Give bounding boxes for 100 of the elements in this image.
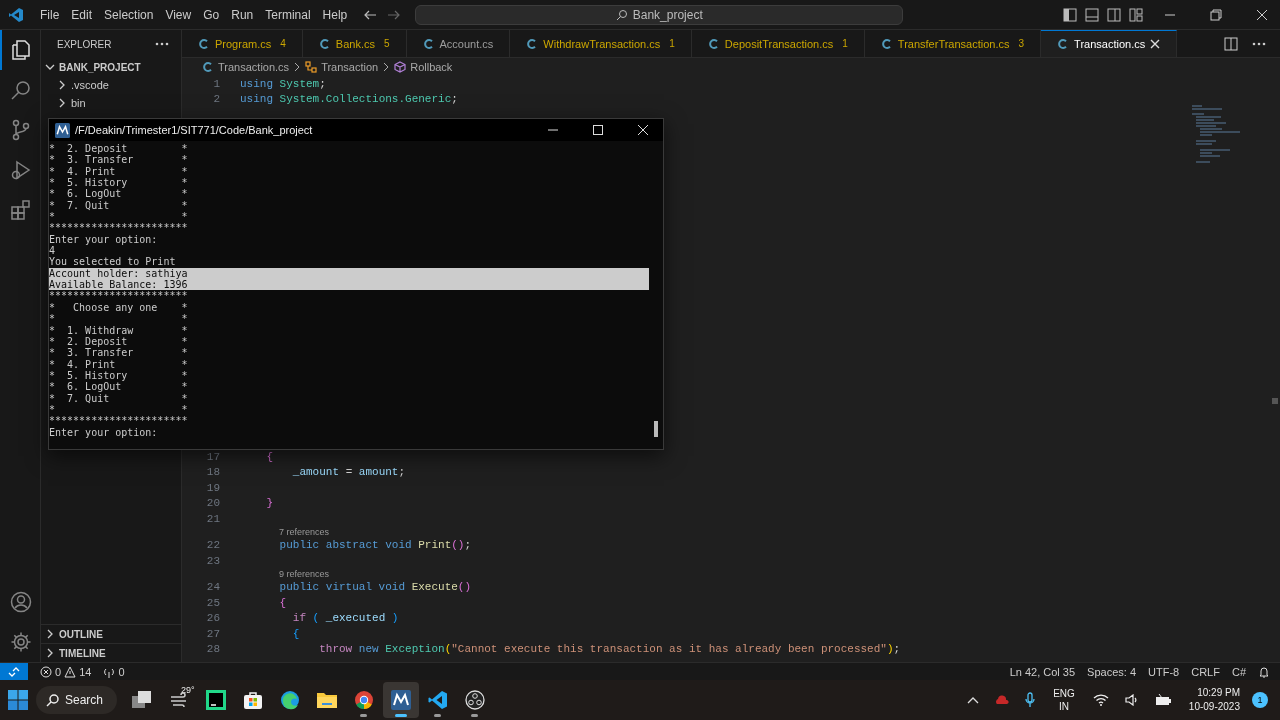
codelens-references[interactable]: 9 references <box>279 569 330 579</box>
ports-status[interactable]: 0 <box>97 665 131 678</box>
store-icon <box>242 690 263 710</box>
terminal-app-icon <box>55 122 70 138</box>
code-editor-icon <box>427 690 448 710</box>
csharp-file-icon <box>707 37 720 50</box>
line-number: 27 <box>205 627 220 640</box>
settings-icon[interactable] <box>9 630 33 654</box>
taskbar-search-button[interactable]: Search <box>36 686 118 714</box>
editor-tab[interactable]: Account.cs <box>406 30 511 57</box>
code-line: { <box>278 596 287 609</box>
csharp-file-icon <box>1057 38 1070 50</box>
tree-item[interactable]: .vscode <box>41 76 181 94</box>
account-icon[interactable] <box>9 590 33 614</box>
wifi-icon[interactable] <box>1092 694 1109 706</box>
editor-tab[interactable]: DepositTransaction.cs 1 <box>691 30 865 57</box>
breadcrumb-item[interactable]: Transaction <box>305 61 379 73</box>
menu-item[interactable]: Go <box>197 7 226 22</box>
toggle-secondary-sidebar-icon[interactable] <box>1106 6 1122 23</box>
terminal-output: * 2. Deposit * * 3. Transfer * * 4. Print * * 5. History * * 6. LogOut * * 7. Quit * * * *********************** Enter your option: 4 You selected to Print <box>49 143 189 268</box>
toggle-panel-icon[interactable] <box>1084 6 1100 23</box>
toggle-sidebar-icon[interactable] <box>1062 6 1078 23</box>
ide-app-icon <box>205 690 226 710</box>
code-line: throw new Exception("Cannot execute this transaction as it has already been processed"); <box>318 643 901 656</box>
remote-icon <box>8 665 20 678</box>
restore-icon[interactable] <box>1210 8 1222 21</box>
browser-icon <box>353 690 374 710</box>
editor-tab[interactable]: Bank.cs 5 <box>302 30 407 57</box>
notification-badge[interactable]: 1 <box>1252 692 1268 708</box>
search-icon <box>615 8 628 21</box>
line-number: 19 <box>205 481 220 494</box>
volume-icon[interactable] <box>1124 694 1139 706</box>
command-center-search[interactable]: Bank_project <box>415 4 904 25</box>
notifications-icon[interactable] <box>1258 665 1270 678</box>
status-item[interactable]: UTF-8 <box>1142 665 1186 678</box>
menu-item[interactable]: Help <box>316 7 354 22</box>
close-icon[interactable] <box>637 124 649 136</box>
status-item[interactable]: Spaces: 4 <box>1081 665 1143 678</box>
editor-tab[interactable]: Transaction.cs <box>1041 30 1178 57</box>
minimap-drawing <box>1192 105 1242 165</box>
status-item[interactable]: Ln 42, Col 35 <box>1003 665 1082 678</box>
remote-button[interactable] <box>0 662 28 681</box>
terminal-output: Account holder: sathiya Available Balance: 1396 <box>49 267 649 291</box>
warning-icon <box>64 665 77 678</box>
chevron-icon <box>293 62 302 72</box>
more-actions-icon[interactable] <box>155 42 169 46</box>
class-icon <box>305 61 318 73</box>
menu-item[interactable]: Run <box>225 7 260 22</box>
language-indicator[interactable]: ENG IN <box>1053 687 1075 713</box>
line-number: 22 <box>205 539 220 552</box>
taskbar-app-button[interactable]: 29° <box>160 682 197 718</box>
menu-item[interactable]: View <box>159 7 198 22</box>
csharp-file-icon <box>202 61 214 73</box>
status-item[interactable]: CRLF <box>1185 665 1226 678</box>
menu-item[interactable]: Edit <box>65 7 99 22</box>
customize-layout-icon[interactable] <box>1128 6 1144 23</box>
taskbar-app-button[interactable] <box>382 682 419 718</box>
close-icon[interactable] <box>1150 39 1161 49</box>
csharp-file-icon <box>422 37 435 50</box>
breadcrumb-item[interactable]: Transaction.cs <box>202 61 290 73</box>
status-item[interactable]: C# <box>1225 665 1252 678</box>
cloud-icon[interactable] <box>995 695 1010 705</box>
split-editor-icon[interactable] <box>1224 36 1238 51</box>
menu-item[interactable]: File <box>34 7 66 22</box>
start-icon[interactable] <box>8 690 28 710</box>
terminal-app-icon <box>390 690 411 710</box>
maximize-icon[interactable] <box>592 124 604 136</box>
line-number: 17 <box>205 450 220 463</box>
tree-item[interactable]: BANK_PROJECT <box>41 58 181 76</box>
close-icon[interactable] <box>1256 8 1268 21</box>
code-line: using System.Collections.Generic; <box>240 93 458 106</box>
more-actions-icon[interactable] <box>1252 41 1266 46</box>
app-logo-icon <box>8 6 24 23</box>
menu-item[interactable]: Selection <box>98 7 160 22</box>
line-number: 18 <box>205 466 220 479</box>
line-number: 1 <box>212 77 220 90</box>
scrollbar-thumb[interactable] <box>1272 398 1278 404</box>
breadcrumb-item[interactable]: Rollback <box>394 61 453 73</box>
clock[interactable]: 10:29 PM 10-09-2023 <box>1188 686 1240 714</box>
chevron-icon <box>382 62 391 72</box>
error-icon <box>40 665 52 678</box>
recorder-icon <box>464 690 485 710</box>
battery-icon[interactable] <box>1154 694 1173 706</box>
menu-item[interactable]: Terminal <box>259 7 317 22</box>
code-line: public virtual void Execute() <box>278 581 472 594</box>
code-line: } <box>265 497 273 510</box>
line-number: 24 <box>205 581 220 594</box>
wind-icon <box>169 693 188 707</box>
editor-tab[interactable]: Program.cs 4 <box>182 30 303 57</box>
microphone-icon[interactable] <box>1025 692 1036 708</box>
window-title: /F/Deakin/Trimester1/SIT771/Code/Bank_project <box>75 124 313 136</box>
problems-status[interactable]: 0 14 <box>34 665 98 678</box>
panel-section-header[interactable]: OUTLINE <box>41 624 181 643</box>
codelens-references[interactable]: 7 references <box>279 527 330 537</box>
tree-item[interactable]: bin <box>41 94 181 112</box>
csharp-file-icon <box>880 37 893 50</box>
scrollbar-thumb[interactable] <box>654 421 658 437</box>
code-line: using System; <box>240 77 326 90</box>
chevron-up-icon[interactable] <box>967 696 980 704</box>
editor-tab[interactable]: WithdrawTransaction.cs 1 <box>510 30 692 57</box>
